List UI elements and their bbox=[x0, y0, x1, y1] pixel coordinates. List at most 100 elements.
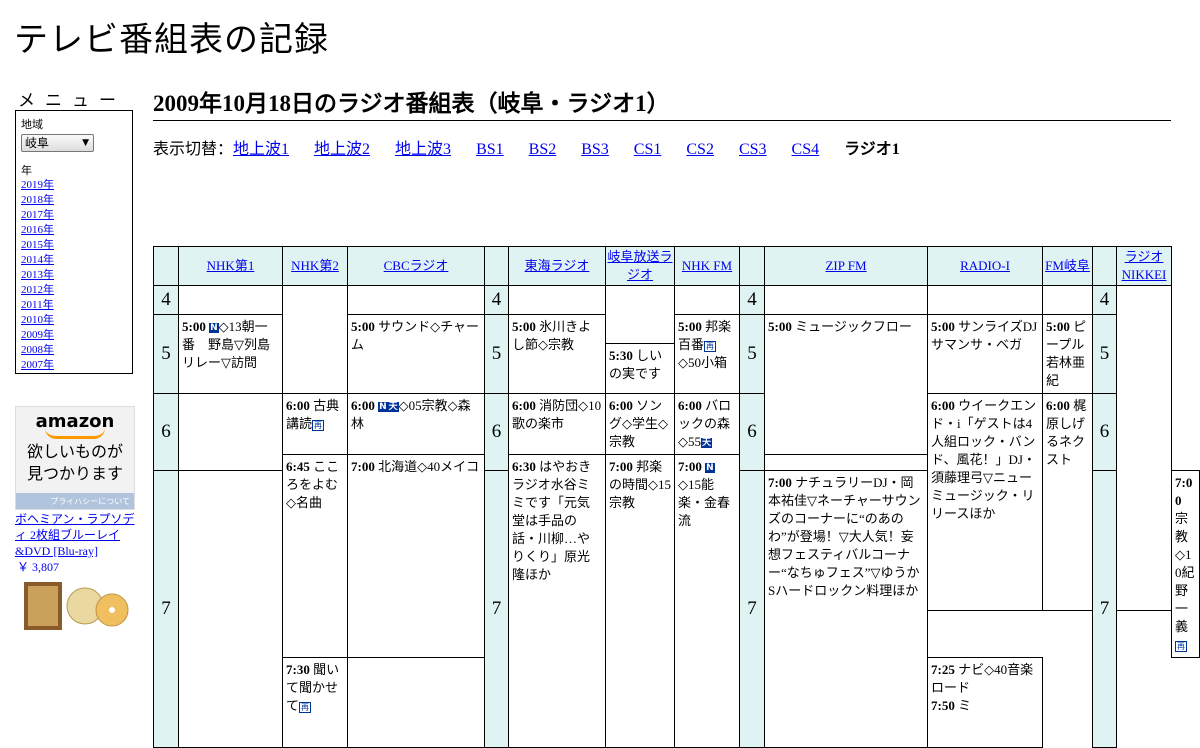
region-select[interactable]: 岐阜 ▼ bbox=[21, 134, 94, 152]
program-time: 5:00 bbox=[512, 319, 536, 334]
switch-link-terrestrial-2[interactable]: 地上波2 bbox=[314, 141, 370, 158]
program-cell[interactable]: 7:00 北海道◇40メイコ bbox=[347, 454, 485, 658]
program-title: ミュージックフロー bbox=[795, 319, 912, 334]
station-link-radioi[interactable]: RADIO-I bbox=[960, 258, 1010, 273]
year-link-2008[interactable]: 2008年 bbox=[21, 343, 127, 358]
hour-cell: 6 bbox=[153, 393, 179, 471]
station-header: RADIO-I bbox=[927, 246, 1043, 286]
station-link-zipfm[interactable]: ZIP FM bbox=[825, 258, 866, 273]
program-cell-empty bbox=[764, 285, 928, 315]
program-cell[interactable]: 6:00 ウイークエンド・i「ゲストは4人組ロック・バンド、風花！」DJ・須藤理… bbox=[927, 392, 1043, 612]
rerun-badge-icon: 再 bbox=[299, 701, 312, 713]
hour-header bbox=[1092, 246, 1117, 286]
switch-link-terrestrial-1[interactable]: 地上波1 bbox=[233, 141, 289, 158]
hour-cell: 6 bbox=[739, 393, 765, 471]
station-link-nikkei[interactable]: ラジオNIKKEI bbox=[1122, 249, 1167, 282]
program-time: 6:30 bbox=[512, 459, 536, 474]
year-link-2017[interactable]: 2017年 bbox=[21, 208, 127, 223]
rerun-badge-icon: 再 bbox=[704, 340, 717, 352]
program-title: ナチュラリーDJ・岡本祐佳▽ネーチャーサウンズのコーナーに“のあのわ”が登場！▽… bbox=[768, 475, 921, 598]
station-link-nhk1[interactable]: NHK第1 bbox=[207, 258, 255, 273]
program-time: 5:00 bbox=[678, 319, 702, 334]
year-link-2014[interactable]: 2014年 bbox=[21, 253, 127, 268]
ad-privacy-link[interactable]: プライバシーについて bbox=[16, 493, 134, 509]
program-cell[interactable]: 6:45 こころをよむ◇名曲 bbox=[282, 454, 348, 658]
ad-product: ボヘミアン・ラプソディ 2枚組ブルーレイ&DVD [Blu-ray] ￥ 3,8… bbox=[15, 511, 140, 575]
program-cell[interactable]: 5:00 サンライズDJサマンサ・ベガ bbox=[927, 314, 1043, 394]
program-cell[interactable]: 5:30 しいの実です bbox=[605, 343, 675, 394]
program-cell[interactable]: 5:00 サウンド◇チャーム bbox=[347, 314, 485, 394]
hour-cell: 5 bbox=[153, 314, 179, 394]
program-cell[interactable]: 6:00 バロックの森◇55天 bbox=[674, 393, 740, 455]
program-time: 7:00 bbox=[609, 459, 633, 474]
program-cell[interactable]: 5:00 ピープル若林亜紀 bbox=[1042, 314, 1093, 394]
program-title: ウイークエンド・i「ゲストは4人組ロック・バンド、風花！」DJ・須藤理弓▽ニュー… bbox=[931, 398, 1037, 521]
program-cell[interactable]: 5:00 N◇13朝一番 野島▽列島リレー▽訪問 bbox=[178, 314, 283, 394]
station-link-tokai[interactable]: 東海ラジオ bbox=[525, 258, 590, 273]
program-cell[interactable]: 6:00 消防団◇10歌の楽市 bbox=[508, 393, 606, 455]
year-link-2013[interactable]: 2013年 bbox=[21, 268, 127, 283]
station-header: ZIP FM bbox=[764, 246, 928, 286]
station-link-cbc[interactable]: CBCラジオ bbox=[384, 258, 449, 273]
program-subtitle: ◇50小箱 bbox=[678, 355, 727, 370]
program-cell[interactable]: 7:00 ナチュラリーDJ・岡本祐佳▽ネーチャーサウンズのコーナーに“のあのわ”… bbox=[764, 470, 928, 748]
year-link-2007[interactable]: 2007年 bbox=[21, 358, 127, 373]
year-link-2019[interactable]: 2019年 bbox=[21, 178, 127, 193]
program-cell[interactable]: 5:00 邦楽百番再 ◇50小箱 bbox=[674, 314, 740, 394]
program-title: ミ bbox=[958, 698, 972, 713]
switch-link-bs3[interactable]: BS3 bbox=[581, 141, 609, 158]
weather-badge-icon: 天 bbox=[387, 402, 399, 413]
switch-link-terrestrial-3[interactable]: 地上波3 bbox=[395, 141, 451, 158]
menu-box: 地域 岐阜 ▼ 年 2019年 2018年 2017年 2016年 2015年 … bbox=[15, 110, 133, 374]
year-link-2011[interactable]: 2011年 bbox=[21, 298, 127, 313]
station-link-fmgifu[interactable]: FM岐阜 bbox=[1045, 258, 1090, 273]
station-link-nhk2[interactable]: NHK第2 bbox=[291, 258, 339, 273]
program-cell[interactable]: 7:00 邦楽の時間◇15宗教 bbox=[605, 454, 675, 748]
amazon-ad-banner[interactable]: amazon 欲しいものが 見つかります プライバシーについて bbox=[15, 406, 135, 510]
year-link-2015[interactable]: 2015年 bbox=[21, 238, 127, 253]
hour-cell: 4 bbox=[739, 285, 765, 315]
year-link-2018[interactable]: 2018年 bbox=[21, 193, 127, 208]
program-time: 5:00 bbox=[1046, 319, 1070, 334]
program-time: 5:00 bbox=[182, 319, 206, 334]
product-image[interactable] bbox=[20, 580, 130, 630]
program-cell[interactable]: 6:00 ソング◇学生◇宗教 bbox=[605, 393, 675, 455]
program-cell[interactable]: 7:30 聞いて聞かせて再 bbox=[282, 657, 348, 748]
year-link-2010[interactable]: 2010年 bbox=[21, 313, 127, 328]
ad-product-link[interactable]: ボヘミアン・ラプソディ 2枚組ブルーレイ&DVD [Blu-ray] bbox=[15, 512, 135, 558]
switch-link-cs3[interactable]: CS3 bbox=[739, 141, 767, 158]
station-header: CBCラジオ bbox=[347, 246, 485, 286]
program-cell[interactable]: 7:25 ナビ◇40音楽ロード 7:50 ミ bbox=[927, 657, 1043, 748]
program-cell-empty bbox=[347, 285, 485, 315]
switch-link-cs4[interactable]: CS4 bbox=[792, 141, 820, 158]
program-cell[interactable]: 6:00 梶原しげるネクスト bbox=[1042, 392, 1093, 612]
program-cell[interactable]: 5:00 氷川きよし節◇宗教 bbox=[508, 314, 606, 394]
year-link-2012[interactable]: 2012年 bbox=[21, 283, 127, 298]
year-link-2016[interactable]: 2016年 bbox=[21, 223, 127, 238]
program-grid: NHK第1 NHK第2 CBCラジオ 東海ラジオ 岐阜放送ラジオ NHK FM … bbox=[153, 246, 1200, 748]
program-cell[interactable]: 7:00 宗教◇10紀野一義再 bbox=[1171, 470, 1200, 658]
program-cell[interactable]: 7:00 N ◇15能楽・金春流 bbox=[674, 454, 740, 748]
program-cell-empty bbox=[347, 657, 485, 748]
hour-cell: 6 bbox=[1092, 393, 1117, 471]
program-title: 宗教◇10紀野一義 bbox=[1175, 511, 1195, 634]
program-time: 6:00 bbox=[351, 398, 375, 413]
switch-link-cs1[interactable]: CS1 bbox=[634, 141, 662, 158]
program-cell-empty bbox=[605, 285, 675, 344]
program-time: 5:00 bbox=[931, 319, 955, 334]
program-time: 7:30 bbox=[286, 662, 310, 677]
program-time: 6:00 bbox=[678, 398, 702, 413]
program-cell[interactable]: 6:30 はやおきラジオ水谷ミミです「元気堂は手品の話・川柳…やりくり」原光隆ほ… bbox=[508, 454, 606, 748]
year-link-2009[interactable]: 2009年 bbox=[21, 328, 127, 343]
station-header: NHK第1 bbox=[178, 246, 283, 286]
program-cell[interactable]: 6:00 古典講読再 bbox=[282, 393, 348, 455]
station-link-gifu[interactable]: 岐阜放送ラジオ bbox=[607, 249, 672, 282]
station-link-nhkfm[interactable]: NHK FM bbox=[682, 258, 732, 273]
program-cell[interactable]: 5:00 ミュージックフロー bbox=[764, 314, 928, 455]
program-cell-empty bbox=[178, 285, 283, 315]
program-cell[interactable]: 6:00 N 天◇05宗教◇森林 bbox=[347, 393, 485, 455]
switch-link-bs2[interactable]: BS2 bbox=[529, 141, 557, 158]
switch-link-bs1[interactable]: BS1 bbox=[476, 141, 504, 158]
program-time: 6:00 bbox=[609, 398, 633, 413]
switch-link-cs2[interactable]: CS2 bbox=[686, 141, 714, 158]
